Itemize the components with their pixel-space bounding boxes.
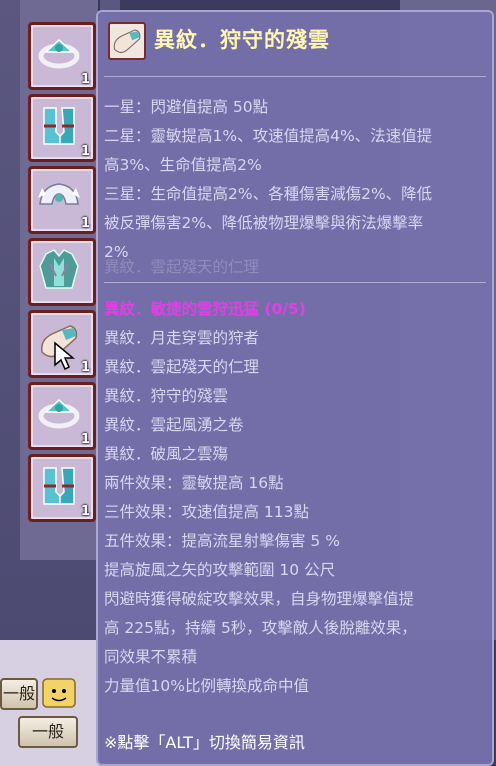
mouse-cursor-icon [54,341,75,371]
set-title: 異紋．敏捷的雲狩迅猛 (0/5) [104,300,306,318]
tier-line: 一星：閃避值提高 50點 [104,98,269,116]
tier-line: 被反彈傷害2%、降低被物理爆擊與術法爆擊率 [104,214,424,232]
boots-icon [43,467,75,505]
divider [104,282,486,283]
tooltip-title: 異紋．狩守的殘雲 [154,28,330,52]
set-effect: 兩件效果：靈敏提高 16點 [104,474,284,492]
set-item: 異紋．狩守的殘雲 [104,387,229,405]
set-effect: 力量值10%比例轉換成命中值 [104,677,309,695]
tier-line: 高3%、生命值提高2% [104,156,262,174]
tooltip-footer-hint: ※點擊「ALT」切換簡易資訊 [104,733,305,752]
slot-quantity: 1 [80,144,90,159]
slot-quantity: 1 [80,72,90,87]
inventory-slot-2[interactable]: 1 [28,94,96,162]
tiara-icon [38,398,80,429]
boots-icon [43,107,75,145]
emoji-face-icon[interactable] [42,678,76,708]
inventory-slot-6[interactable]: 1 [28,382,96,450]
item-tooltip: 異紋．狩守的殘雲 一星：閃避值提高 50點 二星：靈敏提高1%、攻速值提高4%、… [96,10,494,766]
tier-line: 三星：生命值提高2%、各種傷害減傷2%、降低 [104,185,433,203]
set-effect: 五件效果：提高流星射擊傷害 5 % [104,532,340,550]
winged-helm-icon [38,183,80,205]
set-item: 異紋．雲起殘天的仁理 [104,358,260,376]
set-effect: 三件效果：攻速值提高 113點 [104,503,310,521]
set-item: 異紋．月走穿雲的狩者 [104,329,260,347]
slot-quantity: 1 [80,504,90,519]
inventory-slot-5[interactable]: 1 [28,310,96,378]
inventory-slot-7[interactable]: 1 [28,454,96,522]
tooltip-item-icon-frame [108,22,146,60]
inventory-slot-1[interactable]: 1 [28,22,96,90]
divider [104,76,486,77]
armor-icon [39,249,79,289]
set-item: 異紋．破風之雲殤 [104,445,229,463]
general-channel-button[interactable]: 一般 [0,678,38,710]
slot-quantity: 1 [80,216,90,231]
set-effect: 閃避時獲得破綻攻擊效果，自身物理爆擊值提 [104,590,415,608]
inventory-slot-3[interactable]: 1 [28,166,96,234]
set-effect: 高 225點，持續 5秒，攻擊敵人後脫離效果， [104,619,417,637]
faded-line: 異紋．雲起殘天的仁理 [104,258,260,276]
slot-quantity: 1 [80,360,90,375]
chat-area: 一般 一般 [0,640,100,766]
arm-guard-icon [113,29,141,54]
set-item: 異紋．雲起風湧之卷 [104,416,244,434]
tiara-icon [38,38,80,69]
inventory-slot-4[interactable] [28,238,96,306]
set-effect: 提高旋風之矢的攻擊範圍 10 公尺 [104,561,336,579]
set-effect: 同效果不累積 [104,648,198,666]
general-tab-button[interactable]: 一般 [18,716,78,748]
tier-line: 二星：靈敏提高1%、攻速值提高4%、法速值提 [104,127,433,145]
slot-quantity: 1 [80,432,90,447]
